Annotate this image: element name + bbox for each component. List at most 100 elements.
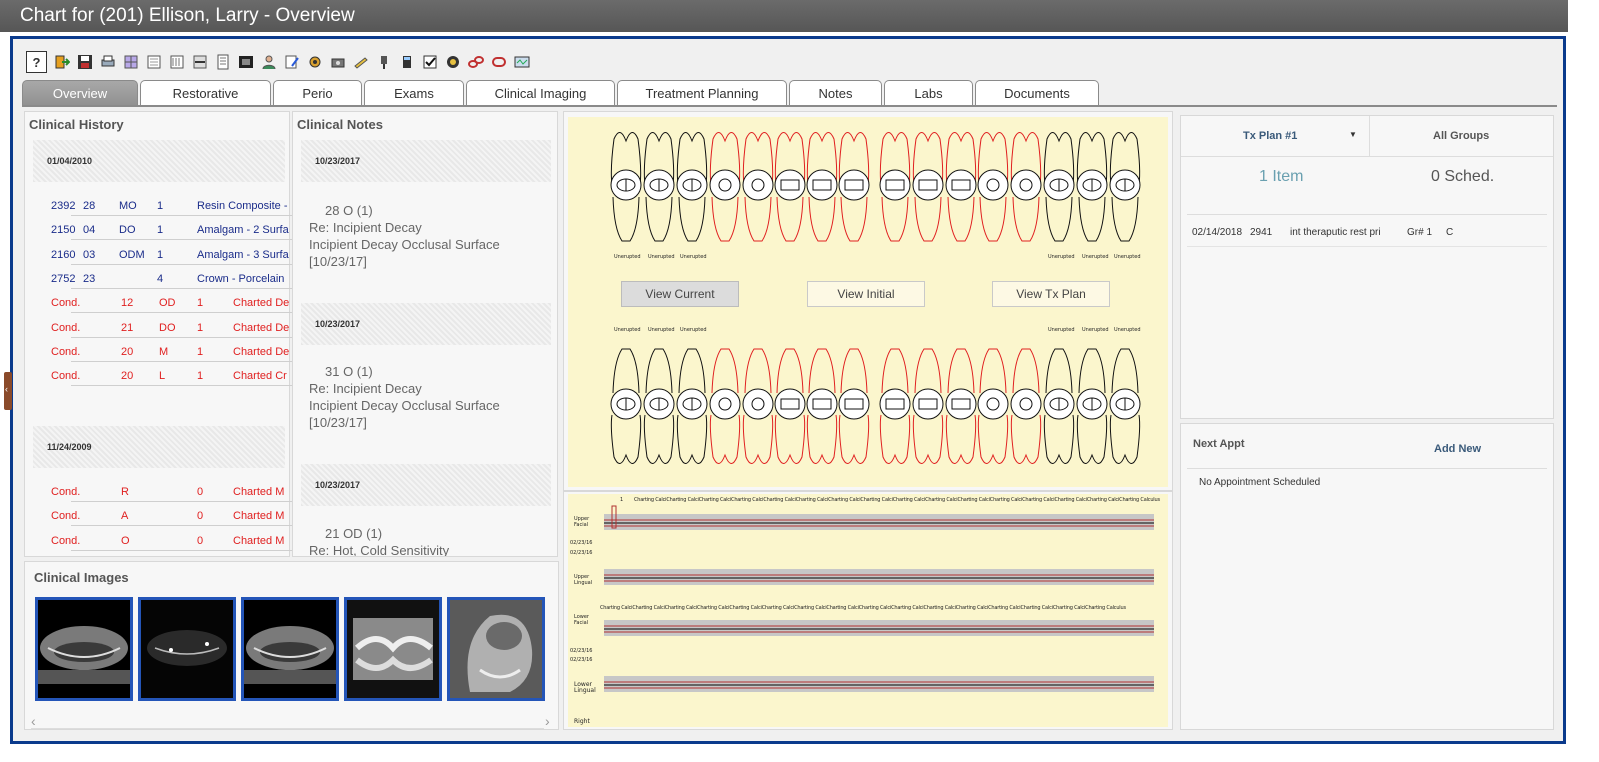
history-row[interactable]: Cond. 21 DO 1 Charted De <box>41 320 295 338</box>
perio-bar[interactable] <box>604 620 1154 636</box>
lower-tooth-upper-half[interactable] <box>914 348 942 394</box>
pen-icon[interactable] <box>349 51 372 73</box>
chevron-down-icon[interactable]: ▼ <box>1349 130 1357 139</box>
tab-exams[interactable]: Exams <box>364 80 464 106</box>
tooth-crown[interactable] <box>1076 388 1108 420</box>
lower-tooth-upper-half[interactable] <box>1012 348 1040 394</box>
tooth-crown[interactable] <box>1109 388 1141 420</box>
lower-tooth-root[interactable] <box>1109 414 1141 464</box>
tooth-crown[interactable] <box>774 169 806 201</box>
tooth-crown[interactable] <box>945 388 977 420</box>
tooth-crown[interactable] <box>912 169 944 201</box>
upper-tooth-lower-half[interactable] <box>947 196 975 242</box>
lower-tooth-root[interactable] <box>709 414 741 464</box>
lower-tooth-root[interactable] <box>912 414 944 464</box>
tooth-crown[interactable] <box>774 388 806 420</box>
tooth-crown[interactable] <box>945 169 977 201</box>
history-row[interactable]: 2160 03 ODM 1 Amalgam - 3 Surfa <box>41 247 295 265</box>
tab-perio[interactable]: Perio <box>273 80 362 106</box>
upper-tooth-lower-half[interactable] <box>776 196 804 242</box>
save-icon[interactable] <box>73 51 96 73</box>
upper-tooth-lower-half[interactable] <box>1012 196 1040 242</box>
lower-tooth-upper-half[interactable] <box>840 348 868 394</box>
monitor-icon[interactable] <box>510 51 533 73</box>
lower-tooth-root[interactable] <box>838 414 870 464</box>
history-row[interactable]: 2392 28 MO 1 Resin Composite - <box>41 198 295 216</box>
lower-tooth-upper-half[interactable] <box>612 348 640 394</box>
tooth-crown[interactable] <box>610 388 642 420</box>
history-row[interactable]: Cond. R 0 Charted M <box>41 484 295 502</box>
view-tx-plan-button[interactable]: View Tx Plan <box>992 281 1110 307</box>
lower-tooth-upper-half[interactable] <box>979 348 1007 394</box>
lower-tooth-upper-half[interactable] <box>1111 348 1139 394</box>
upper-tooth-lower-half[interactable] <box>744 196 772 242</box>
tooth-crown[interactable] <box>610 169 642 201</box>
lower-tooth-root[interactable] <box>742 414 774 464</box>
tooth-crown[interactable] <box>806 388 838 420</box>
link-icon[interactable] <box>464 51 487 73</box>
perio-icon[interactable] <box>188 51 211 73</box>
edit-note-icon[interactable] <box>280 51 303 73</box>
perio-bar[interactable] <box>604 676 1154 692</box>
tooth-crown[interactable] <box>977 169 1009 201</box>
upper-tooth-lower-half[interactable] <box>711 196 739 242</box>
xray-thumbnail[interactable] <box>138 597 236 701</box>
lower-tooth-root[interactable] <box>879 414 911 464</box>
ledger-icon[interactable] <box>142 51 165 73</box>
chart-icon[interactable] <box>165 51 188 73</box>
history-row[interactable]: 2752 23 4 Crown - Porcelain <box>41 271 295 289</box>
lower-tooth-upper-half[interactable] <box>881 348 909 394</box>
tooth-crown[interactable] <box>806 169 838 201</box>
tooth-crown[interactable] <box>912 388 944 420</box>
exit-icon[interactable] <box>50 51 73 73</box>
lower-tooth-upper-half[interactable] <box>744 348 772 394</box>
tooth-crown[interactable] <box>742 169 774 201</box>
scroll-right-icon[interactable]: › <box>545 713 550 729</box>
image-scrollbar[interactable] <box>31 728 544 729</box>
add-new-appt-button[interactable]: Add New <box>1434 443 1481 455</box>
tab-overview[interactable]: Overview <box>22 80 138 106</box>
help-button[interactable]: ? <box>26 51 47 73</box>
tooth-crown[interactable] <box>977 388 1009 420</box>
upper-tooth-lower-half[interactable] <box>914 196 942 242</box>
history-row[interactable]: Cond. A 0 Charted M <box>41 508 295 527</box>
tab-notes[interactable]: Notes <box>789 80 882 106</box>
tooth-crown[interactable] <box>709 388 741 420</box>
xray-thumbnail[interactable] <box>241 597 339 701</box>
xray-thumbnail[interactable] <box>35 597 133 701</box>
tab-documents[interactable]: Documents <box>975 80 1099 106</box>
document-icon[interactable] <box>211 51 234 73</box>
pin-icon[interactable] <box>372 51 395 73</box>
tooth-crown[interactable] <box>643 388 675 420</box>
upper-tooth-lower-half[interactable] <box>1078 196 1106 242</box>
history-row[interactable]: Cond. O 0 Charted M <box>41 533 295 551</box>
collapse-handle[interactable]: ‹ <box>4 372 12 410</box>
scroll-left-icon[interactable]: ‹ <box>31 713 36 729</box>
lower-tooth-upper-half[interactable] <box>678 348 706 394</box>
tab-restorative[interactable]: Restorative <box>140 80 271 106</box>
upper-tooth-lower-half[interactable] <box>808 196 836 242</box>
tab-treatment-planning[interactable]: Treatment Planning <box>617 80 787 106</box>
tooth-crown[interactable] <box>676 388 708 420</box>
xray-thumbnail[interactable] <box>447 597 545 701</box>
lower-tooth-upper-half[interactable] <box>947 348 975 394</box>
lower-tooth-root[interactable] <box>1043 414 1075 464</box>
calculator-icon[interactable] <box>395 51 418 73</box>
tooth-crown[interactable] <box>1043 388 1075 420</box>
lower-tooth-upper-half[interactable] <box>711 348 739 394</box>
upper-tooth-lower-half[interactable] <box>1111 196 1139 242</box>
history-row[interactable]: Cond. 20 M 1 Charted De <box>41 344 295 362</box>
settings-icon[interactable] <box>303 51 326 73</box>
perio-bars[interactable] <box>568 494 1168 727</box>
user-icon[interactable] <box>257 51 280 73</box>
lower-tooth-root[interactable] <box>1076 414 1108 464</box>
lower-tooth-root[interactable] <box>643 414 675 464</box>
chain-icon[interactable] <box>487 51 510 73</box>
all-groups-button[interactable]: All Groups <box>1433 130 1489 142</box>
upper-tooth-lower-half[interactable] <box>612 196 640 242</box>
tab-clinical-imaging[interactable]: Clinical Imaging <box>466 80 615 106</box>
perio-bar[interactable] <box>604 569 1154 585</box>
view-current-button[interactable]: View Current <box>621 281 739 307</box>
upper-tooth-lower-half[interactable] <box>645 196 673 242</box>
tooth-crown[interactable] <box>643 169 675 201</box>
